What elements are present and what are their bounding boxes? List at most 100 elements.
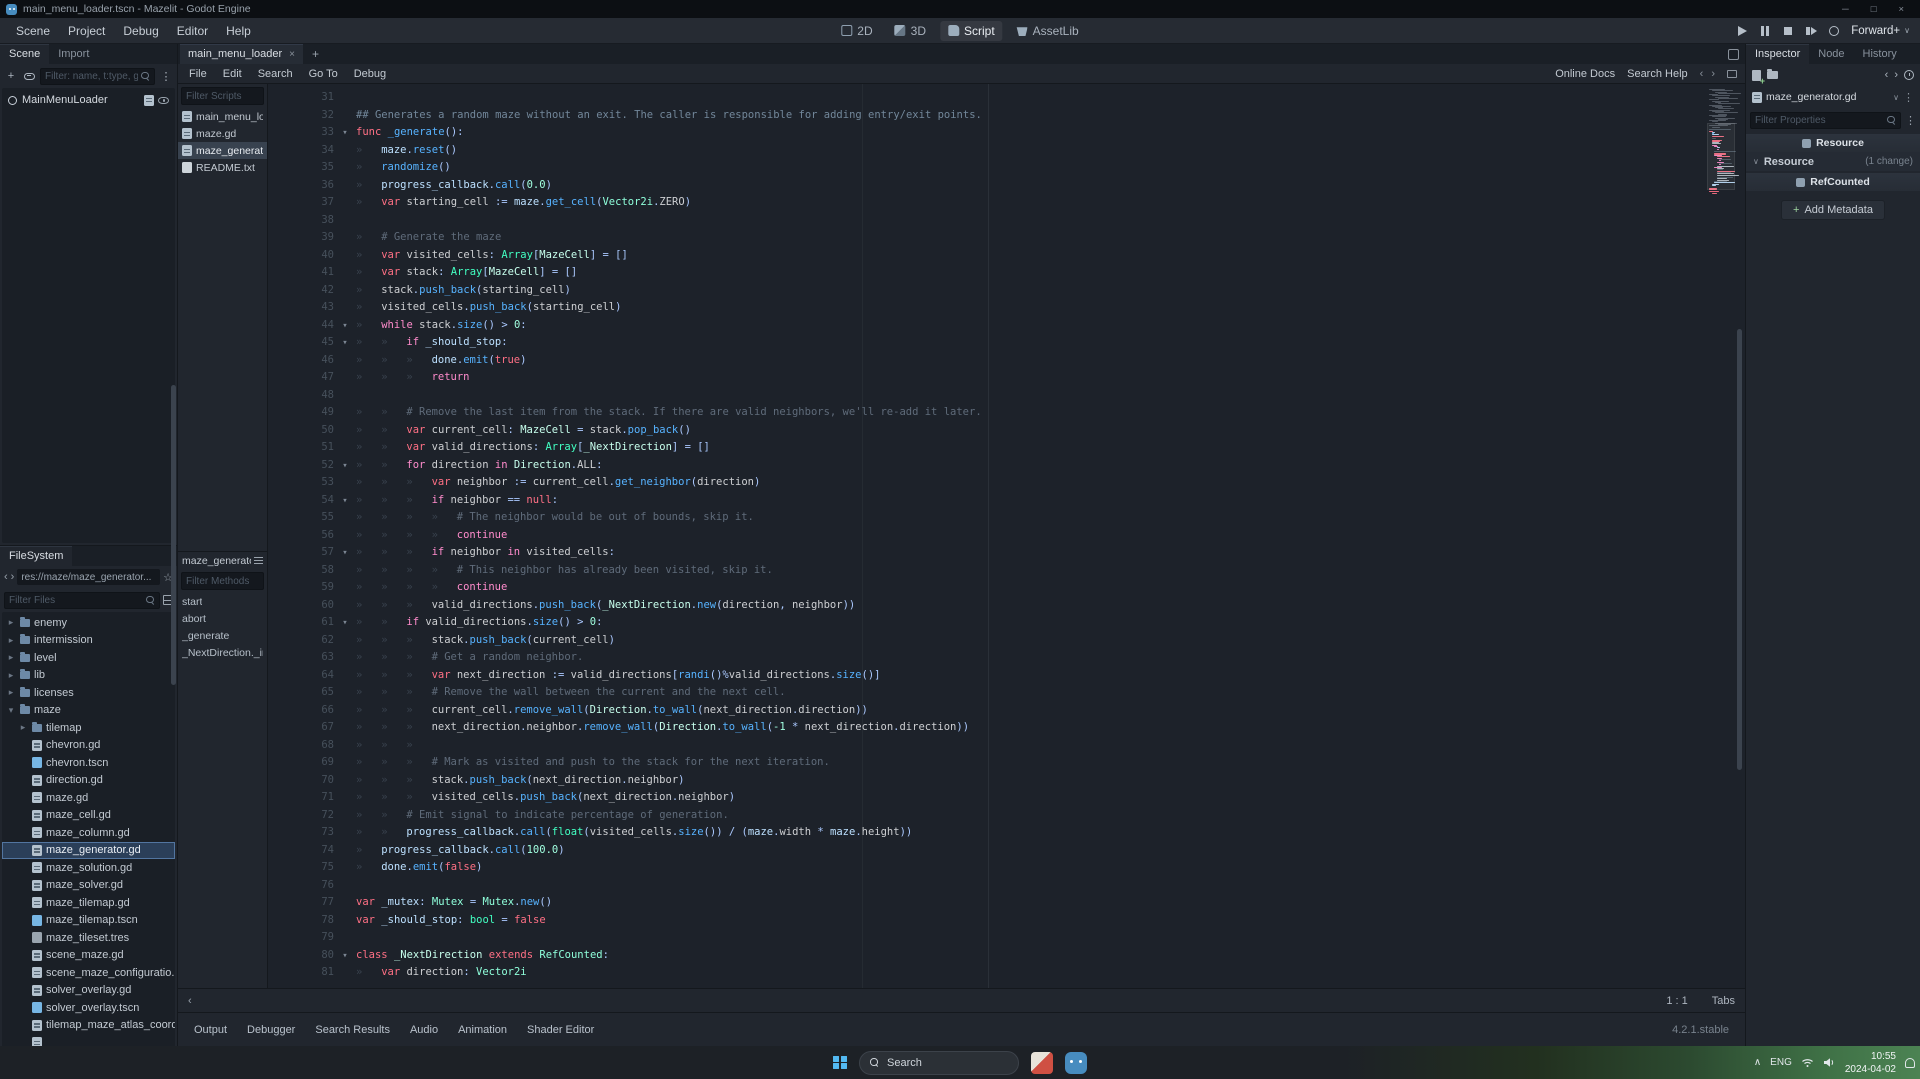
code-line[interactable]: 57if neighbor in visited_cells: xyxy=(268,544,1701,562)
folder-item[interactable]: maze xyxy=(2,702,175,720)
code-line[interactable]: 55# The neighbor would be out of bounds,… xyxy=(268,509,1701,527)
code-line[interactable]: 77var _mutex: Mutex = Mutex.new() xyxy=(268,894,1701,912)
code-line[interactable]: 72# Emit signal to indicate percentage o… xyxy=(268,807,1701,825)
bottom-tab-audio[interactable]: Audio xyxy=(402,1020,446,1040)
code-line[interactable]: 43visited_cells.push_back(starting_cell) xyxy=(268,299,1701,317)
taskbar-search[interactable]: Search xyxy=(859,1051,1019,1075)
file-item[interactable]: solver_overlay.tscn xyxy=(2,999,175,1017)
code-line[interactable]: 66current_cell.remove_wall(Direction.to_… xyxy=(268,702,1701,720)
code-line[interactable]: 42stack.push_back(starting_cell) xyxy=(268,282,1701,300)
code-line[interactable]: 80class _NextDirection extends RefCounte… xyxy=(268,947,1701,965)
script-item[interactable]: README.txt xyxy=(178,159,267,176)
filter-properties[interactable] xyxy=(1750,112,1901,129)
code-line[interactable]: 74progress_callback.call(100.0) xyxy=(268,842,1701,860)
code-line[interactable]: 81var direction: Vector2i xyxy=(268,964,1701,982)
menu-debug[interactable]: Debug xyxy=(115,21,166,41)
bottom-tab-animation[interactable]: Animation xyxy=(450,1020,515,1040)
method-item[interactable]: _generate xyxy=(178,627,267,644)
forward-icon[interactable] xyxy=(11,571,15,583)
inspector-forward-icon[interactable] xyxy=(1894,69,1898,81)
code-line[interactable]: 49# Remove the last item from the stack.… xyxy=(268,404,1701,422)
code-line[interactable]: 38 xyxy=(268,212,1701,230)
code-line[interactable]: 64var next_direction := valid_directions… xyxy=(268,667,1701,685)
script-item[interactable]: maze.gd xyxy=(178,125,267,142)
filter-properties-input[interactable] xyxy=(1755,115,1884,126)
file-item[interactable] xyxy=(2,1034,175,1046)
menu-project[interactable]: Project xyxy=(60,21,113,41)
filter-methods[interactable] xyxy=(181,572,264,590)
history-back-icon[interactable] xyxy=(1700,68,1704,80)
indent-type[interactable]: Tabs xyxy=(1712,995,1735,1007)
movie-mode-button[interactable] xyxy=(1828,25,1840,37)
code-line[interactable]: 65# Remove the wall between the current … xyxy=(268,684,1701,702)
code-line[interactable]: 58# This neighbor has already been visit… xyxy=(268,562,1701,580)
new-resource-icon[interactable] xyxy=(1752,70,1761,81)
minimize-button[interactable] xyxy=(1842,4,1849,15)
code-line[interactable]: 76 xyxy=(268,877,1701,895)
code-line[interactable]: 48 xyxy=(268,387,1701,405)
stop-button[interactable] xyxy=(1782,25,1794,37)
minimap-viewport[interactable] xyxy=(1707,123,1735,190)
file-item[interactable]: scene_maze.gd xyxy=(2,947,175,965)
file-item[interactable]: maze_solver.gd xyxy=(2,877,175,895)
scene-tab-main-menu-loader[interactable]: main_menu_loader xyxy=(180,44,303,64)
load-resource-icon[interactable] xyxy=(1767,71,1778,79)
filesystem-filter-input[interactable] xyxy=(9,595,143,606)
tree-arrow-icon[interactable] xyxy=(6,670,16,681)
back-icon[interactable] xyxy=(4,571,8,583)
inspector-back-icon[interactable] xyxy=(1885,69,1889,81)
tab-import[interactable]: Import xyxy=(49,44,98,64)
code-line[interactable]: 75done.emit(false) xyxy=(268,859,1701,877)
workspace-3d[interactable]: 3D xyxy=(887,21,934,41)
filesystem-filter[interactable] xyxy=(4,592,160,609)
file-item[interactable]: maze_column.gd xyxy=(2,824,175,842)
bottom-tab-shader-editor[interactable]: Shader Editor xyxy=(519,1020,602,1040)
file-item[interactable]: maze_solution.gd xyxy=(2,859,175,877)
tree-arrow-icon[interactable] xyxy=(6,617,16,628)
link-search-help[interactable]: Search Help xyxy=(1627,68,1688,80)
code-line[interactable]: 53var neighbor := current_cell.get_neigh… xyxy=(268,474,1701,492)
file-item[interactable]: maze_tilemap.gd xyxy=(2,894,175,912)
fold-icon[interactable] xyxy=(334,458,356,476)
code-line[interactable]: 35randomize() xyxy=(268,159,1701,177)
inspector-options-icon[interactable] xyxy=(1905,114,1916,127)
menu-help[interactable]: Help xyxy=(218,21,259,41)
file-item[interactable]: solver_overlay.gd xyxy=(2,982,175,1000)
language-indicator[interactable]: ENG xyxy=(1770,1057,1792,1068)
renderer-dropdown[interactable]: Forward+ xyxy=(1851,25,1910,37)
tree-arrow-icon[interactable] xyxy=(6,635,16,646)
tray-overflow-icon[interactable] xyxy=(1754,1057,1761,1068)
tree-arrow-icon[interactable] xyxy=(18,722,28,733)
code-line[interactable]: 34maze.reset() xyxy=(268,142,1701,160)
code-line[interactable]: 31 xyxy=(268,89,1701,107)
method-item[interactable]: _NextDirection._init xyxy=(178,644,267,661)
windows-start-button[interactable] xyxy=(833,1056,847,1070)
code-line[interactable]: 78var _should_stop: bool = false xyxy=(268,912,1701,930)
script-menu-search[interactable]: Search xyxy=(251,66,300,82)
file-item[interactable]: scene_maze_configuratio... xyxy=(2,964,175,982)
menu-editor[interactable]: Editor xyxy=(169,21,216,41)
bottom-tab-output[interactable]: Output xyxy=(186,1020,235,1040)
script-menu-debug[interactable]: Debug xyxy=(347,66,393,82)
tab-filesystem[interactable]: FileSystem xyxy=(0,546,72,566)
filesystem-scrollbar[interactable] xyxy=(171,46,176,1044)
filter-scripts-input[interactable] xyxy=(186,91,259,102)
code-line[interactable]: 39# Generate the maze xyxy=(268,229,1701,247)
folder-item[interactable]: tilemap xyxy=(2,719,175,737)
file-item[interactable]: chevron.tscn xyxy=(2,754,175,772)
history-icon[interactable] xyxy=(1904,70,1914,80)
filesystem-path[interactable]: res://maze/maze_generator... xyxy=(17,569,160,585)
workspace-script[interactable]: Script xyxy=(940,21,1003,41)
code-line[interactable]: 73progress_callback.call(float(visited_c… xyxy=(268,824,1701,842)
code-line[interactable]: 79 xyxy=(268,929,1701,947)
code-line[interactable]: 67next_direction.neighbor.remove_wall(Di… xyxy=(268,719,1701,737)
method-item[interactable]: abort xyxy=(178,610,267,627)
code-line[interactable]: 37var starting_cell := maze.get_cell(Vec… xyxy=(268,194,1701,212)
add-node-button[interactable] xyxy=(4,68,18,84)
code-line[interactable]: 40var visited_cells: Array[MazeCell] = [… xyxy=(268,247,1701,265)
fold-icon[interactable] xyxy=(334,493,356,511)
code-line[interactable]: 60valid_directions.push_back(_NextDirect… xyxy=(268,597,1701,615)
file-item[interactable]: maze_cell.gd xyxy=(2,807,175,825)
maximize-button[interactable] xyxy=(1871,4,1877,15)
folder-item[interactable]: level xyxy=(2,649,175,667)
